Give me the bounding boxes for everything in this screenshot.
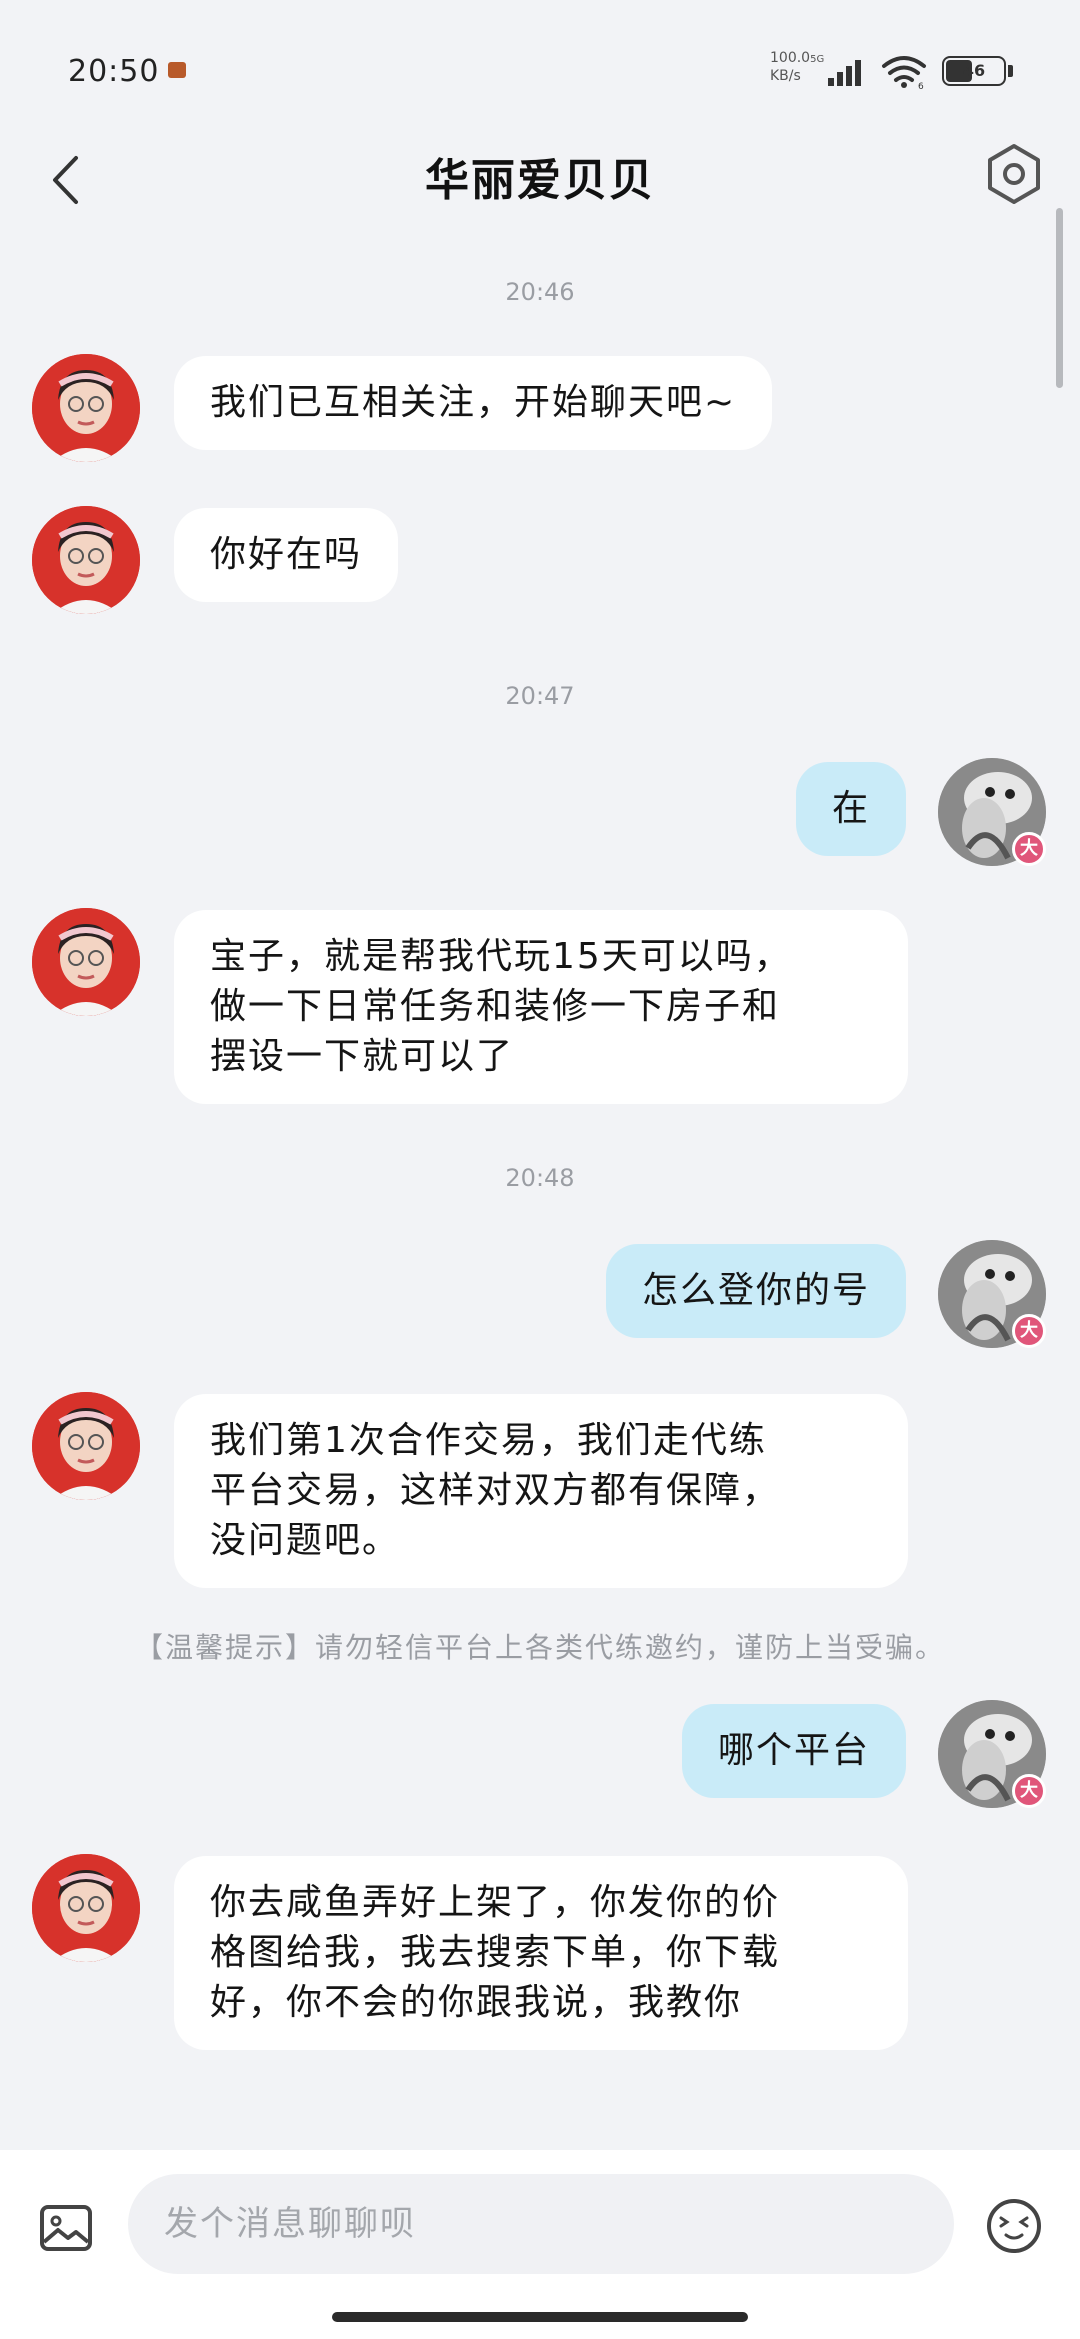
contact-avatar[interactable] bbox=[32, 1854, 140, 1962]
incoming-message-bubble[interactable]: 宝子，就是帮我代玩15天可以吗， 做一下日常任务和装修一下房子和 摆设一下就可以… bbox=[174, 910, 908, 1104]
signal-icon bbox=[828, 60, 861, 86]
page-title: 华丽爱贝贝 bbox=[425, 155, 655, 206]
contact-avatar[interactable] bbox=[32, 908, 140, 1016]
home-indicator[interactable] bbox=[332, 2312, 748, 2322]
status-time: 20:50 bbox=[68, 54, 160, 89]
message-line: 好，你不会的你跟我说，我教你 bbox=[210, 1982, 743, 2023]
outgoing-message-bubble[interactable]: 怎么登你的号 bbox=[605, 1244, 906, 1338]
incoming-message-bubble[interactable]: 你好在吗 bbox=[174, 508, 399, 602]
incoming-message-bubble[interactable]: 你去咸鱼弄好上架了，你发你的价 格图给我，我去搜索下单，你下载 好，你不会的你跟… bbox=[174, 1856, 908, 2050]
level-badge: 大 bbox=[1012, 1314, 1046, 1348]
outgoing-message-bubble[interactable]: 在 bbox=[795, 762, 906, 856]
battery-level: 46 bbox=[962, 61, 986, 80]
chat-header: 华丽爱贝贝 bbox=[0, 130, 1080, 250]
status-bar: 20:50 100.05G KB/s 6 46 bbox=[0, 0, 1080, 130]
message-line: 宝子，就是帮我代玩15天可以吗， bbox=[210, 936, 792, 977]
wifi-icon: 6 bbox=[882, 56, 926, 90]
network-type: 5G bbox=[810, 54, 825, 65]
avatar-portrait-icon bbox=[32, 1392, 140, 1500]
message-line: 没问题吧。 bbox=[210, 1520, 401, 1561]
image-icon bbox=[40, 2205, 92, 2251]
battery-tip bbox=[1008, 65, 1013, 77]
message-line: 平台交易，这样对双方都有保障， bbox=[210, 1470, 781, 1511]
settings-button[interactable] bbox=[982, 142, 1046, 206]
outgoing-message-bubble[interactable]: 哪个平台 bbox=[681, 1704, 906, 1798]
contact-avatar[interactable] bbox=[32, 1392, 140, 1500]
battery-icon: 46 bbox=[942, 56, 1013, 88]
message-line: 你去咸鱼弄好上架了，你发你的价 bbox=[210, 1882, 781, 1923]
safety-notice: 【温馨提示】请勿轻信平台上各类代练邀约，谨防上当受骗。 bbox=[134, 1631, 945, 1664]
contact-avatar[interactable] bbox=[32, 354, 140, 462]
network-speed: 100.05G KB/s bbox=[770, 50, 824, 85]
message-line: 格图给我，我去搜索下单，你下载 bbox=[210, 1932, 781, 1973]
level-badge: 大 bbox=[1012, 1774, 1046, 1808]
message-line: 摆设一下就可以了 bbox=[210, 1036, 515, 1077]
timestamp: 20:47 bbox=[505, 682, 575, 710]
incoming-message-bubble[interactable]: 我们第1次合作交易，我们走代练 平台交易，这样对双方都有保障， 没问题吧。 bbox=[174, 1394, 908, 1588]
message-input[interactable] bbox=[128, 2174, 954, 2274]
message-input-bar bbox=[0, 2150, 1080, 2339]
settings-hexagon-icon bbox=[988, 144, 1040, 204]
image-button[interactable] bbox=[36, 2198, 96, 2258]
net-speed-value: 100.0 bbox=[770, 50, 811, 66]
emoji-button[interactable] bbox=[984, 2196, 1044, 2256]
level-badge: 大 bbox=[1012, 832, 1046, 866]
avatar-portrait-icon bbox=[32, 354, 140, 462]
avatar-portrait-icon bbox=[32, 1854, 140, 1962]
incoming-message-bubble[interactable]: 我们已互相关注，开始聊天吧~ bbox=[174, 356, 773, 450]
timestamp: 20:48 bbox=[505, 1164, 575, 1192]
emoji-icon bbox=[987, 2199, 1041, 2253]
contact-avatar[interactable] bbox=[32, 506, 140, 614]
timestamp: 20:46 bbox=[505, 278, 575, 306]
net-speed-unit: KB/s bbox=[770, 68, 801, 84]
wifi-label: 6 bbox=[918, 82, 924, 90]
message-line: 做一下日常任务和装修一下房子和 bbox=[210, 986, 781, 1027]
avatar-portrait-icon bbox=[32, 908, 140, 1016]
avatar-portrait-icon bbox=[32, 506, 140, 614]
notification-app-icon bbox=[168, 62, 186, 78]
message-line: 我们第1次合作交易，我们走代练 bbox=[210, 1420, 767, 1461]
